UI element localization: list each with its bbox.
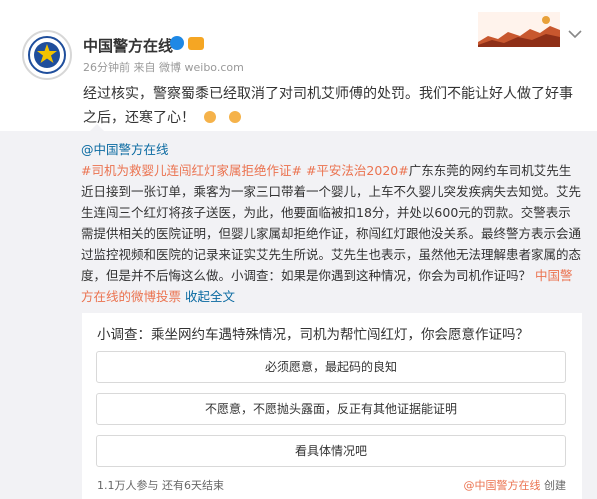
author-avatar[interactable] (22, 30, 72, 80)
poll-option[interactable]: 必须愿意，最起码的良知 (96, 351, 566, 383)
author-name[interactable]: 中国警方在线 (83, 35, 173, 56)
verified-badge-icon (170, 36, 184, 50)
collapse-link[interactable]: 收起全文 (185, 289, 235, 304)
chevron-down-icon[interactable] (566, 28, 584, 40)
poll-creator-link[interactable]: @中国警方在线 (464, 479, 541, 492)
post-content: 经过核实，警察蜀黍已经取消了对司机艾师傅的处罚。我们不能让好人做了好事之后，还寒… (83, 82, 583, 130)
hashtag-link[interactable]: #司机为救婴儿连闯红灯家属拒绝作证# (81, 163, 302, 178)
repost-mention[interactable]: @中国警方在线 (81, 142, 169, 157)
repost-pointer (90, 124, 104, 131)
create-label: 创建 (544, 479, 566, 492)
clap-emoji-icon (204, 111, 217, 123)
poll-option[interactable]: 不愿意，不愿抛头露面，反正有其他证据能证明 (96, 393, 566, 425)
clap-emoji-icon (228, 111, 241, 123)
repost-text: @中国警方在线 #司机为救婴儿连闯红灯家属拒绝作证# #平安法治2020#广东东… (81, 139, 581, 307)
poll-option[interactable]: 看具体情况吧 (96, 435, 566, 467)
post-source[interactable]: 微博 weibo.com (159, 61, 244, 74)
post-time[interactable]: 26分钟前 (83, 61, 130, 74)
great-wall-decoration-icon (478, 12, 560, 47)
poll-card: 小调查：乘坐网约车遇特殊情况，司机为帮忙闯红灯，你会愿意作证吗？ 必须愿意，最起… (82, 313, 582, 499)
source-prefix: 来自 (133, 61, 156, 74)
post-meta: 26分钟前 来自 微博 weibo.com (83, 59, 244, 75)
poll-stats: 1.1万人参与 还有6天结束 (97, 479, 224, 492)
repost-block: @中国警方在线 #司机为救婴儿连闯红灯家属拒绝作证# #平安法治2020#广东东… (0, 124, 597, 499)
weibo-post-card: 中国警方在线 26分钟前 来自 微博 weibo.com 经过核实，警察蜀黍已经… (0, 0, 597, 499)
member-level-icon (188, 37, 204, 50)
repost-body-text: 广东东莞的网约车司机艾先生近日接到一张订单，乘客为一家三口带着一个婴儿，上车不久… (81, 163, 582, 283)
post-text: 经过核实，警察蜀黍已经取消了对司机艾师傅的处罚。我们不能让好人做了好事之后，还寒… (83, 86, 573, 126)
poll-title: 小调查：乘坐网约车遇特殊情况，司机为帮忙闯红灯，你会愿意作证吗？ (97, 327, 529, 343)
hashtag-link[interactable]: #平安法治2020# (306, 163, 409, 178)
poll-creator: @中国警方在线 创建 (464, 477, 567, 493)
